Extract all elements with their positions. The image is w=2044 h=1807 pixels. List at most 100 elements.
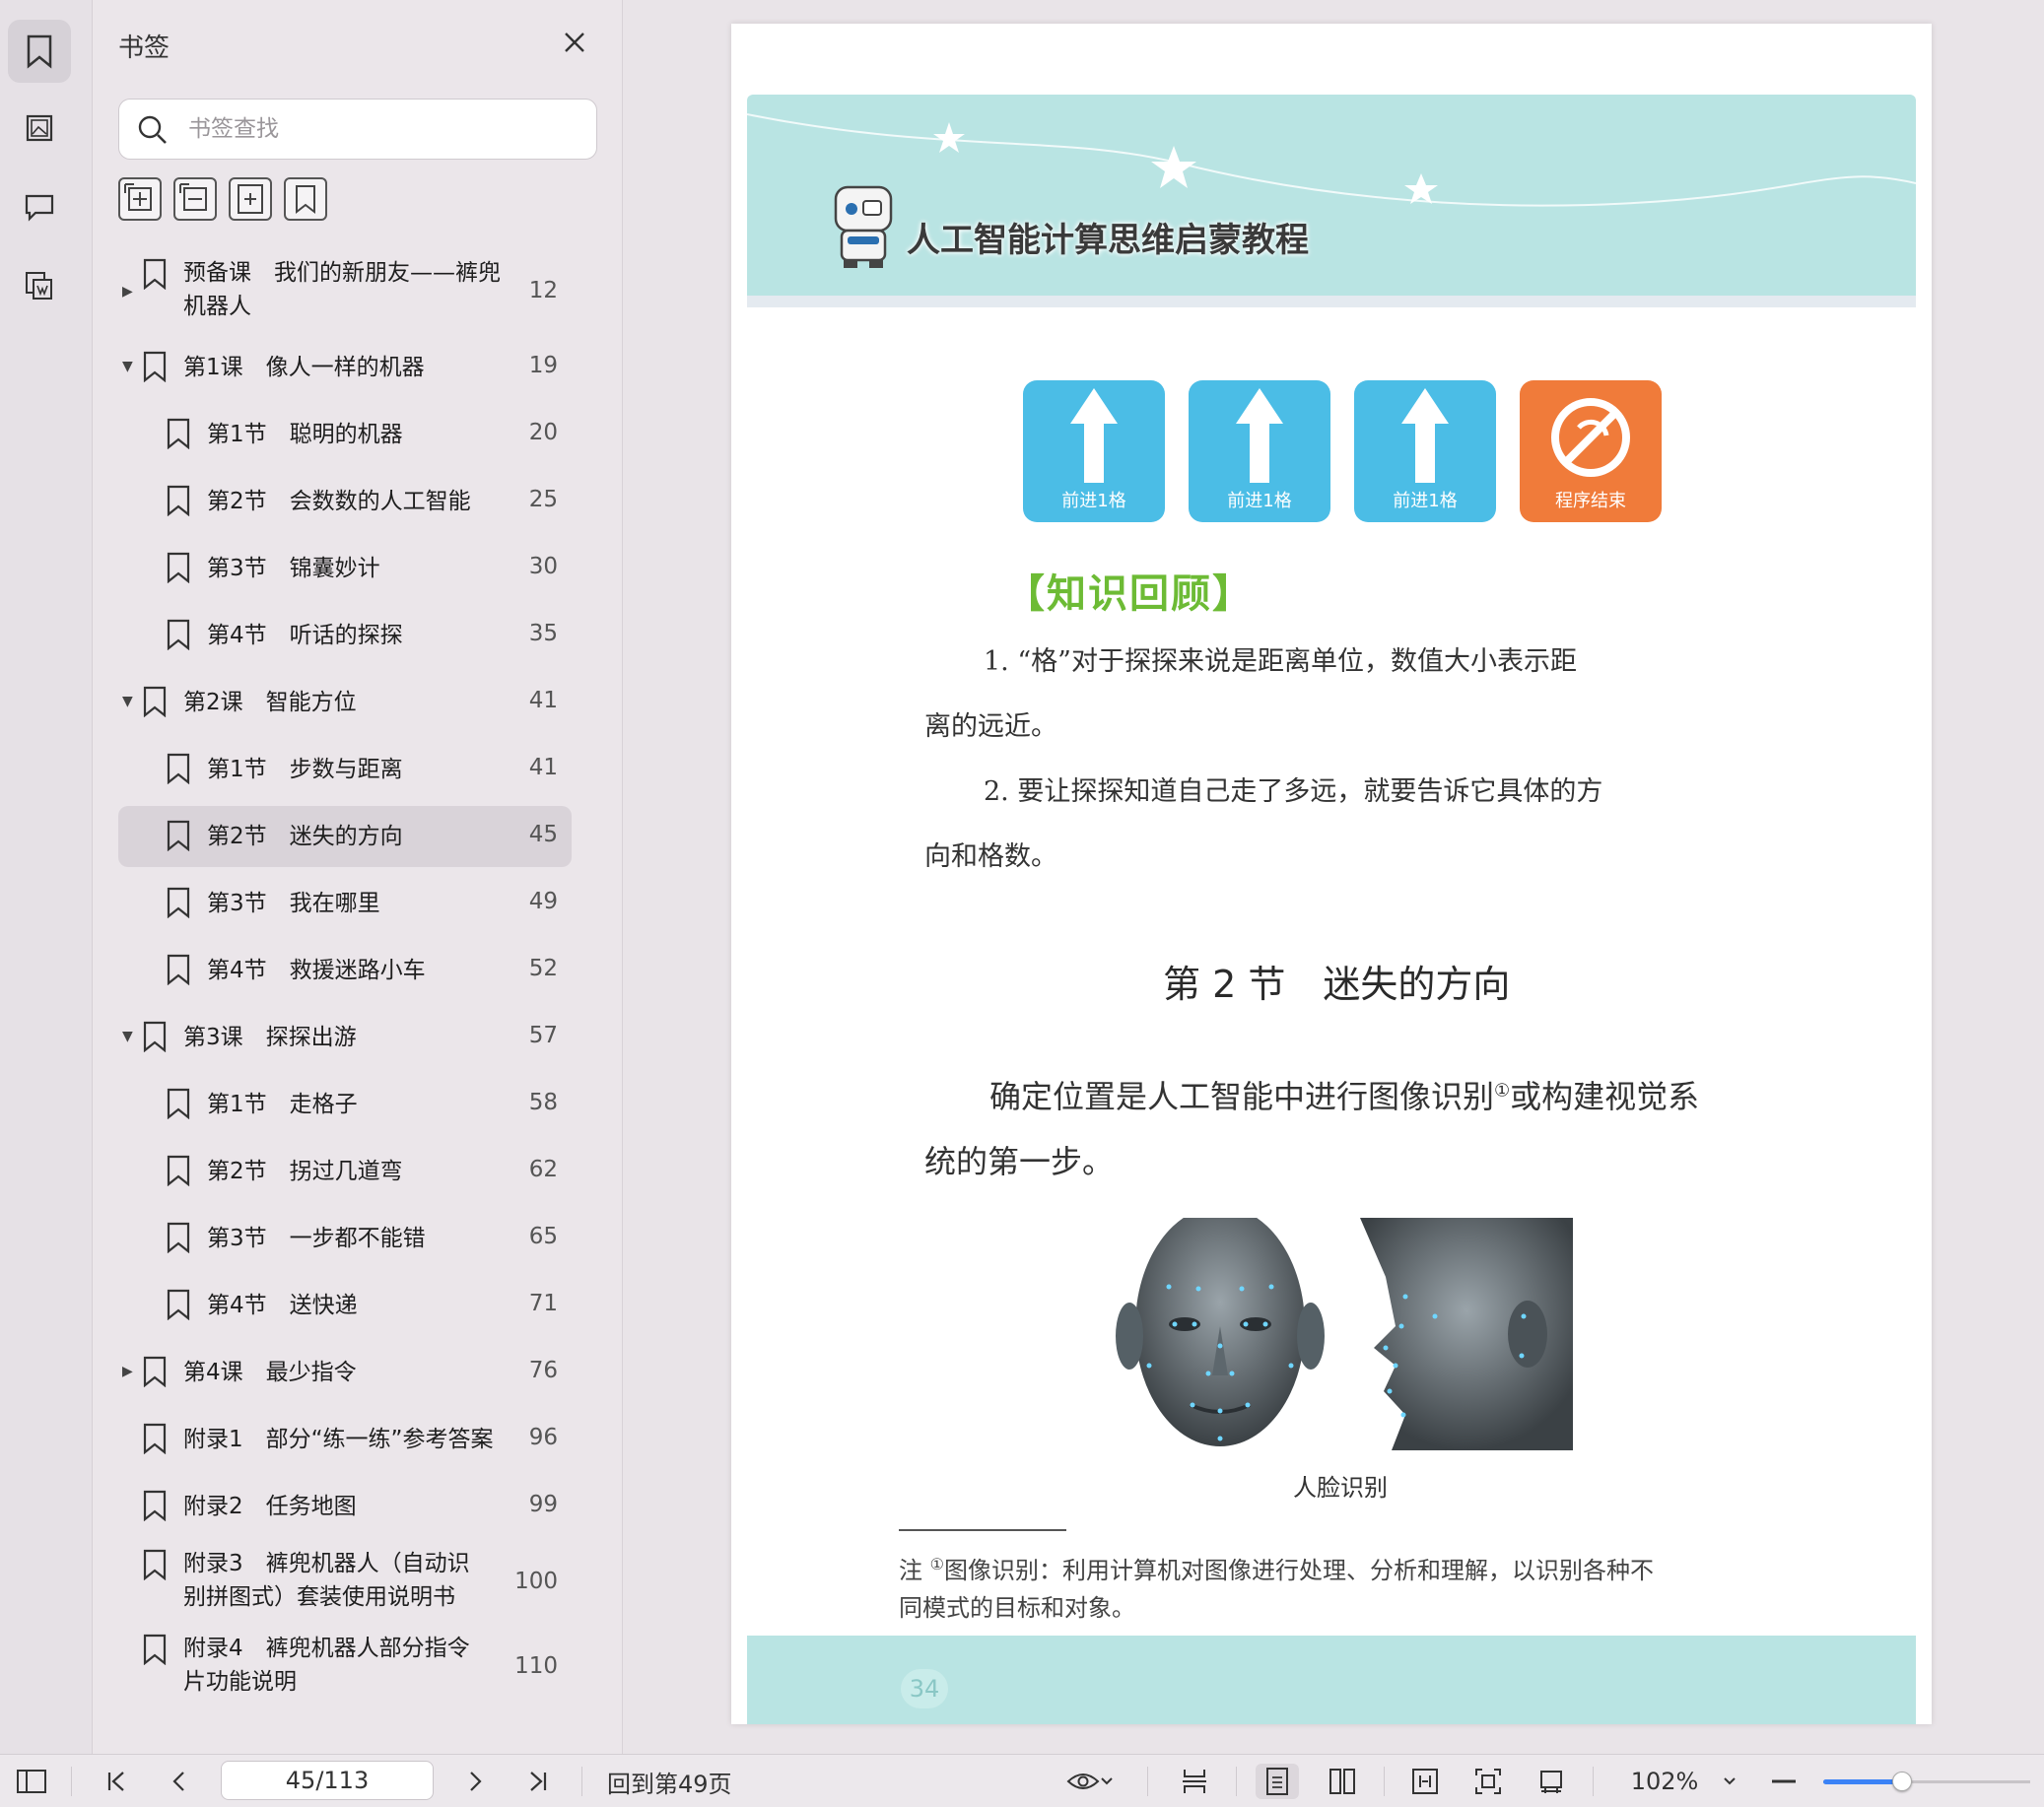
document-page: 人工智能计算思维启蒙教程 前进1格 前进1格 前进1格 程序结束 【知识回顾】 1. … xyxy=(731,24,1932,1724)
zoom-slider-handle[interactable] xyxy=(1891,1772,1912,1791)
bookmark-page-number: 110 xyxy=(514,1653,558,1679)
bookmark-icon xyxy=(296,185,315,215)
command-label: 前进1格 xyxy=(1393,491,1458,511)
collapse-all-button[interactable] xyxy=(173,177,217,221)
footnote-text: 图像识别：利用计算机对图像进行处理、分析和理解，以识别各种不 xyxy=(943,1557,1654,1584)
bookmark-item[interactable]: 第2节 拐过几道弯 62 xyxy=(118,1141,572,1202)
rotate-page-icon xyxy=(1540,1771,1562,1793)
bookmark-icon xyxy=(166,1222,191,1254)
bookmark-item[interactable]: 附录2 任务地图 99 xyxy=(118,1476,572,1537)
command-label: 前进1格 xyxy=(1227,491,1292,511)
back-to-page-link[interactable]: 回到第49页 xyxy=(607,1764,765,1799)
comments-tab-button[interactable] xyxy=(8,175,71,238)
expand-arrow-icon[interactable]: ▶ xyxy=(122,284,133,300)
expand-all-button[interactable] xyxy=(118,177,162,221)
fit-width-button[interactable] xyxy=(1403,1764,1447,1799)
bookmark-label: 附录1 部分“练一练”参考答案 xyxy=(183,1427,494,1452)
bookmark-icon xyxy=(166,485,191,517)
bookmark-page-number: 25 xyxy=(528,487,558,512)
toolbar-divider xyxy=(71,1767,72,1796)
toggle-sidebar-button[interactable] xyxy=(14,1764,49,1799)
bookmark-item[interactable]: ▶ 预备课 我们的新朋友——裤兜 机器人 12 xyxy=(118,252,572,331)
bookmark-item[interactable]: 第3节 我在哪里 49 xyxy=(118,873,572,934)
collapse-arrow-icon[interactable]: ▼ xyxy=(122,1029,133,1044)
bookmark-item[interactable]: 附录4 裤兜机器人部分指令 片功能说明 110 xyxy=(118,1628,572,1707)
toolbar-divider xyxy=(1593,1767,1594,1796)
bookmark-label: 第4节 救援迷路小车 xyxy=(207,958,426,983)
bookmark-icon xyxy=(27,34,52,69)
continuous-scroll-button[interactable] xyxy=(1175,1764,1214,1799)
bookmark-item[interactable]: 第1节 步数与距离 41 xyxy=(118,739,572,800)
bookmark-icon xyxy=(142,1634,168,1666)
eye-icon xyxy=(1066,1774,1100,1789)
zoom-dropdown-button[interactable] xyxy=(1715,1764,1744,1799)
thumbnails-tab-button[interactable] xyxy=(8,97,71,160)
expand-arrow-icon[interactable]: ▶ xyxy=(122,1364,133,1379)
bookmark-item[interactable]: ▼ 第2课 智能方位 41 xyxy=(118,672,572,733)
bookmark-page-number: 45 xyxy=(528,822,558,847)
sidebar-rail xyxy=(0,0,93,1754)
previous-page-button[interactable] xyxy=(162,1764,197,1799)
review-paragraph-1-line-1: 1. “格”对于探探来说是距离单位，数值大小表示距 xyxy=(984,646,1577,677)
add-bookmark-button[interactable] xyxy=(229,177,272,221)
bookmark-label-continued: 片功能说明 xyxy=(183,1669,297,1695)
last-page-button[interactable] xyxy=(520,1764,556,1799)
next-page-button[interactable] xyxy=(457,1764,493,1799)
bookmark-item[interactable]: 附录1 部分“练一练”参考答案 96 xyxy=(118,1409,572,1470)
zoom-level[interactable]: 102% xyxy=(1620,1764,1709,1799)
bookmark-options-button[interactable] xyxy=(284,177,327,221)
bookmark-label: 第1课 像人一样的机器 xyxy=(183,355,425,380)
attachments-tab-button[interactable] xyxy=(8,254,71,317)
bookmark-item[interactable]: ▶ 第4课 最少指令 76 xyxy=(118,1342,572,1403)
bookmark-page-number: 30 xyxy=(528,554,558,579)
scroll-mode-icon xyxy=(1183,1770,1206,1793)
bookmark-icon xyxy=(166,753,191,785)
collapse-arrow-icon[interactable]: ▼ xyxy=(122,359,133,374)
bookmark-page-number: 41 xyxy=(528,755,558,780)
bookmark-icon xyxy=(142,1549,168,1581)
bookmark-item[interactable]: ▼ 第3课 探探出游 57 xyxy=(118,1007,572,1068)
bookmark-item[interactable]: 第1节 聪明的机器 20 xyxy=(118,404,572,465)
close-panel-button[interactable] xyxy=(560,28,589,57)
bookmark-label-continued: 别拼图式）套装使用说明书 xyxy=(183,1584,455,1610)
figure-caption: 人脸识别 xyxy=(1293,1474,1388,1502)
command-card: 前进1格 xyxy=(1354,380,1496,522)
bookmark-item[interactable]: 第2节 迷失的方向 45 xyxy=(118,806,572,867)
bookmark-item[interactable]: 第2节 会数数的人工智能 25 xyxy=(118,471,572,532)
bookmark-item[interactable]: 第1节 走格子 58 xyxy=(118,1074,572,1135)
read-mode-dropdown[interactable] xyxy=(1060,1764,1120,1799)
bookmark-label: 第1节 步数与距离 xyxy=(207,757,403,782)
bookmark-icon xyxy=(142,351,168,383)
bookmark-item[interactable]: 第4节 听话的探探 35 xyxy=(118,605,572,666)
footnote-line-1: 注 ①图像识别：利用计算机对图像进行处理、分析和理解，以识别各种不 xyxy=(899,1551,1654,1585)
bookmark-item[interactable]: 第3节 一步都不能错 65 xyxy=(118,1208,572,1269)
book-title: 人工智能计算思维启蒙教程 xyxy=(907,221,1309,260)
body-line-1-text-b: 或构建视觉系 xyxy=(1510,1078,1700,1115)
expand-all-icon xyxy=(124,183,152,211)
fit-page-button[interactable] xyxy=(1466,1764,1510,1799)
copy-page-icon xyxy=(26,272,52,300)
footnote-marker: ① xyxy=(1494,1080,1511,1102)
collapse-arrow-icon[interactable]: ▼ xyxy=(122,694,133,709)
bookmark-item[interactable]: 附录3 裤兜机器人（自动识 别拼图式）套装使用说明书 100 xyxy=(118,1543,572,1622)
page-number-input[interactable]: 45/113 xyxy=(221,1761,434,1800)
bookmark-page-number: 57 xyxy=(528,1023,558,1048)
bookmark-search-input[interactable] xyxy=(188,111,573,147)
single-page-button[interactable] xyxy=(1256,1764,1299,1799)
image-icon xyxy=(26,114,53,142)
zoom-out-button[interactable] xyxy=(1766,1764,1802,1799)
bookmark-item[interactable]: 第4节 救援迷路小车 52 xyxy=(118,940,572,1001)
two-page-button[interactable] xyxy=(1321,1764,1364,1799)
bookmark-label: 附录3 裤兜机器人（自动识 xyxy=(183,1551,470,1576)
bookmark-item[interactable]: ▼ 第1课 像人一样的机器 19 xyxy=(118,337,572,398)
bookmarks-tab-button[interactable] xyxy=(8,20,71,83)
bookmark-page-number: 96 xyxy=(528,1425,558,1450)
bookmark-item[interactable]: 第4节 送快递 71 xyxy=(118,1275,572,1336)
command-card: 程序结束 xyxy=(1520,380,1662,522)
bookmark-page-number: 99 xyxy=(528,1492,558,1517)
header-banner xyxy=(747,95,1916,296)
first-page-button[interactable] xyxy=(99,1764,134,1799)
close-icon xyxy=(565,33,584,52)
rotate-button[interactable] xyxy=(1530,1764,1573,1799)
bookmark-item[interactable]: 第3节 锦囊妙计 30 xyxy=(118,538,572,599)
